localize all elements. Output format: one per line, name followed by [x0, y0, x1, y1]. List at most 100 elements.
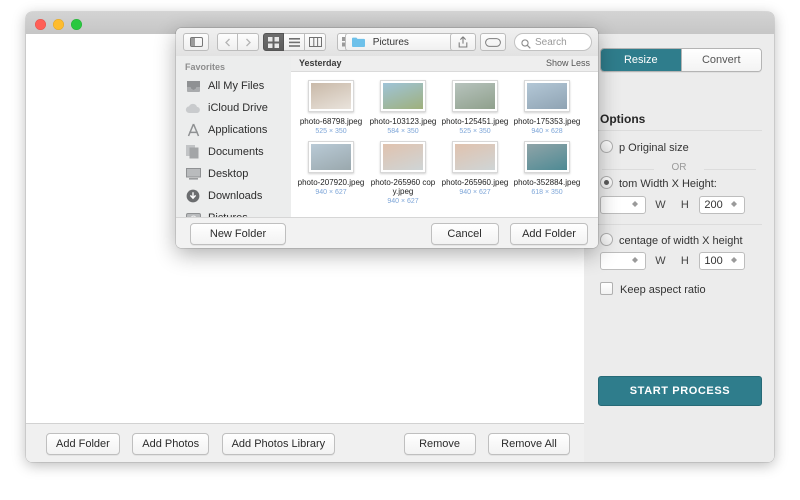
percentage-fields: W H 100	[600, 252, 745, 272]
applications-icon	[185, 123, 201, 138]
file-thumbnail	[452, 141, 498, 173]
cancel-button[interactable]: Cancel	[431, 223, 499, 245]
percent-width-stepper[interactable]	[628, 255, 643, 273]
percent-height-input[interactable]: 100	[699, 252, 745, 270]
percent-height-stepper[interactable]	[727, 255, 742, 273]
file-item[interactable]: photo-265960.jpeg940 × 627	[441, 141, 509, 205]
sidebar-item-label: Documents	[208, 146, 264, 158]
path-popup-button[interactable]: Pictures	[345, 33, 467, 51]
file-thumbnail	[380, 141, 426, 173]
remove-all-button[interactable]: Remove All	[488, 433, 570, 455]
back-icon[interactable]	[217, 33, 238, 51]
remove-button-group: Remove Remove All	[396, 433, 570, 455]
sidebar-toggle-icon[interactable]	[183, 33, 209, 51]
add-photos-library-button[interactable]: Add Photos Library	[222, 433, 336, 455]
finder-sidebar: Favorites All My Files iCloud Drive Appl…	[176, 56, 292, 218]
custom-height-stepper[interactable]	[727, 199, 742, 217]
sidebar-item-label: All My Files	[208, 80, 264, 92]
file-item[interactable]: photo-352884.jpeg 618 × 350	[513, 141, 581, 205]
keep-original-size-radio[interactable]: p Original size	[600, 140, 689, 154]
radio-indicator	[600, 140, 613, 153]
percent-width-input[interactable]	[600, 252, 646, 270]
panel-section-title: Options	[600, 112, 645, 126]
keep-aspect-ratio-checkbox[interactable]: Keep aspect ratio	[600, 282, 706, 296]
file-item[interactable]: photo-125451.jpeg 525 × 350	[441, 80, 509, 135]
sidebar-item-applications[interactable]: Applications	[176, 119, 291, 141]
percentage-label: centage of width X height	[619, 235, 743, 247]
folder-icon	[352, 37, 365, 47]
app-bottom-toolbar: Add Folder Add Photos Add Photos Library…	[26, 423, 584, 462]
icon-view-icon[interactable]	[263, 33, 284, 51]
keep-original-size-label: p Original size	[619, 142, 689, 154]
view-mode-buttons	[263, 33, 326, 51]
share-icon[interactable]	[450, 33, 476, 51]
sidebar-item-icloud-drive[interactable]: iCloud Drive	[176, 97, 291, 119]
file-item[interactable]: photo-265960 copy.jpeg 940 × 627	[369, 141, 437, 205]
start-process-button[interactable]: START PROCESS	[598, 376, 762, 406]
group-title: Yesterday	[299, 56, 342, 71]
file-name: photo-207920.jpeg	[297, 178, 365, 187]
search-input[interactable]: Search	[514, 33, 592, 51]
custom-height-input[interactable]: 200	[699, 196, 745, 214]
keep-aspect-ratio-label: Keep aspect ratio	[620, 284, 706, 296]
remove-button[interactable]: Remove	[404, 433, 476, 455]
file-name: photo-265960.jpeg	[441, 178, 509, 187]
custom-size-radio[interactable]: tom Width X Height:	[600, 176, 717, 190]
documents-icon	[185, 145, 201, 160]
add-button-group: Add Folder Add Photos Add Photos Library	[46, 433, 343, 455]
custom-size-fields: W H 200	[600, 196, 745, 216]
file-name: photo-125451.jpeg	[441, 117, 509, 126]
file-item[interactable]: photo-103123.jpeg 584 × 350	[369, 80, 437, 135]
add-folder-confirm-button[interactable]: Add Folder	[510, 223, 588, 245]
show-less-button[interactable]: Show Less	[546, 56, 590, 71]
file-item[interactable]: photo-68798.jpeg 525 × 350	[297, 80, 365, 135]
forward-icon[interactable]	[238, 33, 259, 51]
file-dimensions: 525 × 350	[297, 128, 365, 135]
search-placeholder: Search	[535, 37, 567, 48]
sidebar-item-label: iCloud Drive	[208, 102, 268, 114]
sidebar-item-label: Downloads	[208, 190, 262, 202]
panel-divider-2	[596, 224, 762, 225]
zoom-button[interactable]	[71, 19, 82, 30]
close-button[interactable]	[35, 19, 46, 30]
icloud-drive-icon	[185, 101, 201, 116]
list-view-icon[interactable]	[284, 33, 305, 51]
path-popup-label: Pictures	[373, 37, 409, 48]
file-dimensions: 525 × 350	[441, 128, 509, 135]
radio-indicator	[600, 233, 613, 246]
sidebar-item-documents[interactable]: Documents	[176, 141, 291, 163]
dialog-actions: Cancel Add Folder	[424, 223, 588, 245]
custom-width-stepper[interactable]	[628, 199, 643, 217]
add-photos-button[interactable]: Add Photos	[132, 433, 209, 455]
sidebar-item-desktop[interactable]: Desktop	[176, 163, 291, 185]
sidebar-item-downloads[interactable]: Downloads	[176, 185, 291, 207]
file-dimensions: 940 × 627	[369, 198, 437, 205]
file-name: photo-68798.jpeg	[297, 117, 365, 126]
screen: Add Folder Add Photos Add Photos Library…	[0, 0, 800, 500]
file-name: photo-265960 copy.jpeg	[369, 178, 437, 196]
finder-file-grid[interactable]: Yesterday Show Less photo-68798.jpeg 525 …	[291, 56, 598, 218]
downloads-icon	[185, 189, 201, 204]
percentage-radio[interactable]: centage of width X height	[600, 233, 743, 247]
file-dimensions: 618 × 350	[513, 189, 581, 196]
file-thumbnail	[308, 80, 354, 112]
desktop-icon	[185, 167, 201, 182]
file-name: photo-352884.jpeg	[513, 178, 581, 187]
all-my-files-icon	[185, 79, 201, 94]
mode-tabs: Resize Convert	[600, 48, 762, 72]
tab-convert[interactable]: Convert	[681, 49, 762, 71]
sidebar-item-all-my-files[interactable]: All My Files	[176, 75, 291, 97]
column-view-icon[interactable]	[305, 33, 326, 51]
file-item[interactable]: photo-175353.jpeg940 × 628	[513, 80, 581, 135]
file-name: photo-103123.jpeg	[369, 117, 437, 126]
minimize-button[interactable]	[53, 19, 64, 30]
options-panel: Resize Convert Options p Original size O…	[584, 34, 774, 462]
file-dimensions: 940 × 627	[297, 189, 365, 196]
new-folder-button[interactable]: New Folder	[190, 223, 286, 245]
custom-width-input[interactable]	[600, 196, 646, 214]
file-item[interactable]: photo-207920.jpeg 940 × 627	[297, 141, 365, 205]
tab-resize[interactable]: Resize	[601, 49, 681, 71]
add-folder-button[interactable]: Add Folder	[46, 433, 120, 455]
tag-icon[interactable]	[480, 33, 506, 51]
file-dimensions: 584 × 350	[369, 128, 437, 135]
